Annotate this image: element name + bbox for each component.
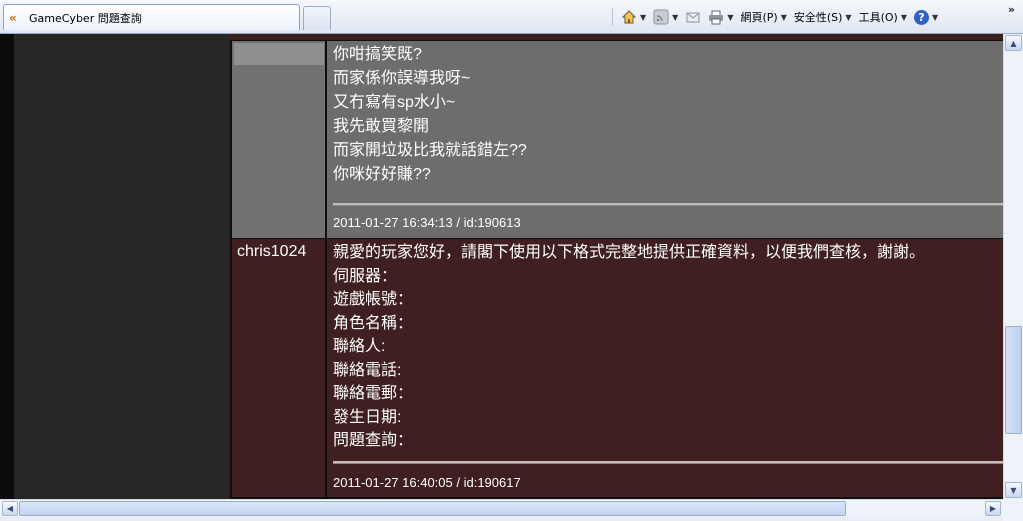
safety-menu-label: 安全性(S) — [793, 11, 843, 24]
scroll-up-button[interactable]: ▲ — [1005, 35, 1022, 51]
message-line: 發生日期: — [333, 408, 402, 426]
left-margin — [0, 34, 14, 499]
message-line: 遊戲帳號： — [333, 291, 414, 308]
home-icon — [621, 9, 637, 25]
command-bar: ▼ ▼ ▼ 網頁(P) ▼ 安全性(S) ▼ 工具(O) ▼ ? ▼ — [612, 6, 945, 28]
message-line: 你咪好好賺?? — [333, 166, 431, 183]
message-line: 你咁搞笑既? — [333, 46, 422, 63]
message-line: 伺服器： — [333, 267, 398, 285]
message-line: 聯絡人: — [333, 338, 386, 355]
message-line: 角色名稱： — [333, 314, 414, 332]
post-timestamp-id: 2011-01-27 16:40:05 / id:190617 — [333, 475, 521, 490]
print-button[interactable]: ▼ — [708, 9, 733, 25]
page-menu[interactable]: 網頁(P) ▼ — [740, 9, 786, 25]
post-author-cell: chris1024 — [232, 239, 325, 497]
feeds-button[interactable]: ▼ — [653, 9, 678, 25]
post-author: chris1024 — [237, 243, 307, 260]
chevron-down-icon[interactable]: ▼ — [672, 13, 678, 22]
tools-menu[interactable]: 工具(O) ▼ — [859, 9, 907, 25]
home-button[interactable]: ▼ — [621, 9, 646, 25]
mail-icon — [685, 9, 701, 25]
message-divider — [333, 461, 1003, 464]
horizontal-scroll-thumb[interactable] — [19, 501, 846, 516]
toolbar-overflow-chevron-icon[interactable]: » — [1008, 3, 1015, 16]
message-divider — [333, 203, 1003, 206]
vertical-scroll-thumb[interactable] — [1005, 326, 1022, 434]
rss-feed-icon — [653, 9, 669, 25]
page-menu-label: 網頁(P) — [740, 11, 778, 24]
left-panel — [14, 34, 230, 499]
chevron-down-icon: ▼ — [780, 12, 787, 22]
author-name-box — [234, 43, 324, 65]
post-row: 你咁搞笑既? 而家係你誤導我呀~ 又冇寫有sp水小~ 我先敢買黎開 而家開垃圾比… — [230, 41, 1003, 238]
safety-menu[interactable]: 安全性(S) ▼ — [794, 9, 852, 25]
scroll-right-button[interactable]: ▶ — [985, 501, 1001, 516]
message-line: 而家係你誤導我呀~ — [333, 70, 471, 87]
chevron-down-icon: ▼ — [845, 12, 852, 22]
new-tab-button[interactable] — [303, 6, 331, 30]
post-author-cell — [232, 41, 325, 238]
chevron-down-icon: ▼ — [900, 12, 907, 22]
mail-button[interactable] — [685, 9, 701, 25]
post-timestamp-id: 2011-01-27 16:34:13 / id:190613 — [333, 215, 521, 230]
message-line: 我先敢買黎開 — [333, 118, 430, 135]
chevron-down-icon: ▼ — [931, 12, 939, 22]
post-table: 你咁搞笑既? 而家係你誤導我呀~ 又冇寫有sp水小~ 我先敢買黎開 而家開垃圾比… — [230, 34, 1003, 499]
help-menu[interactable]: ? ▼ — [913, 9, 939, 25]
scroll-down-button[interactable]: ▼ — [1005, 482, 1022, 498]
message-line: 問題查詢： — [333, 432, 414, 449]
tab-title: GameCyber 問題查詢 — [29, 11, 142, 25]
tab-gamecyber[interactable]: « GameCyber 問題查詢 — [3, 4, 300, 30]
tools-menu-label: 工具(O) — [858, 11, 898, 24]
printer-icon — [708, 9, 724, 25]
window-bottom-edge — [0, 517, 1003, 521]
chevron-down-icon[interactable]: ▼ — [640, 13, 646, 22]
message-line: 又冇寫有sp水小~ — [333, 94, 456, 111]
help-icon: ? — [913, 9, 929, 25]
scrollbar-corner — [1003, 499, 1023, 521]
message-line: 親愛的玩家您好，請閣下使用以下格式完整地提供正確資料，以便我們查核，謝謝。 — [333, 244, 926, 261]
post-row: chris1024 親愛的玩家您好，請閣下使用以下格式完整地提供正確資料，以便我… — [230, 239, 1003, 497]
post-message-cell: 親愛的玩家您好，請閣下使用以下格式完整地提供正確資料，以便我們查核，謝謝。 伺服… — [327, 239, 1003, 497]
message-line: 而家開垃圾比我就話錯左?? — [333, 142, 527, 159]
back-arrows-icon: « — [9, 10, 17, 25]
post-message-cell: 你咁搞笑既? 而家係你誤導我呀~ 又冇寫有sp水小~ 我先敢買黎開 而家開垃圾比… — [327, 41, 1003, 238]
message-line: 聯絡電話: — [333, 361, 402, 379]
horizontal-scrollbar[interactable]: ◀ ▶ — [0, 499, 1003, 517]
message-line: 聯絡電郵： — [333, 385, 414, 402]
page-viewport: 你咁搞笑既? 而家係你誤導我呀~ 又冇寫有sp水小~ 我先敢買黎開 而家開垃圾比… — [0, 34, 1003, 499]
vertical-scrollbar[interactable]: ▲ ▼ — [1003, 34, 1023, 499]
table-top-divider — [230, 34, 1003, 40]
chevron-down-icon[interactable]: ▼ — [727, 13, 733, 22]
browser-toolbar: « GameCyber 問題查詢 ▼ ▼ ▼ 網頁(P) ▼ 安全性(S) ▼ … — [0, 0, 1023, 34]
toolbar-separator — [612, 8, 613, 26]
scroll-left-button[interactable]: ◀ — [2, 501, 18, 516]
